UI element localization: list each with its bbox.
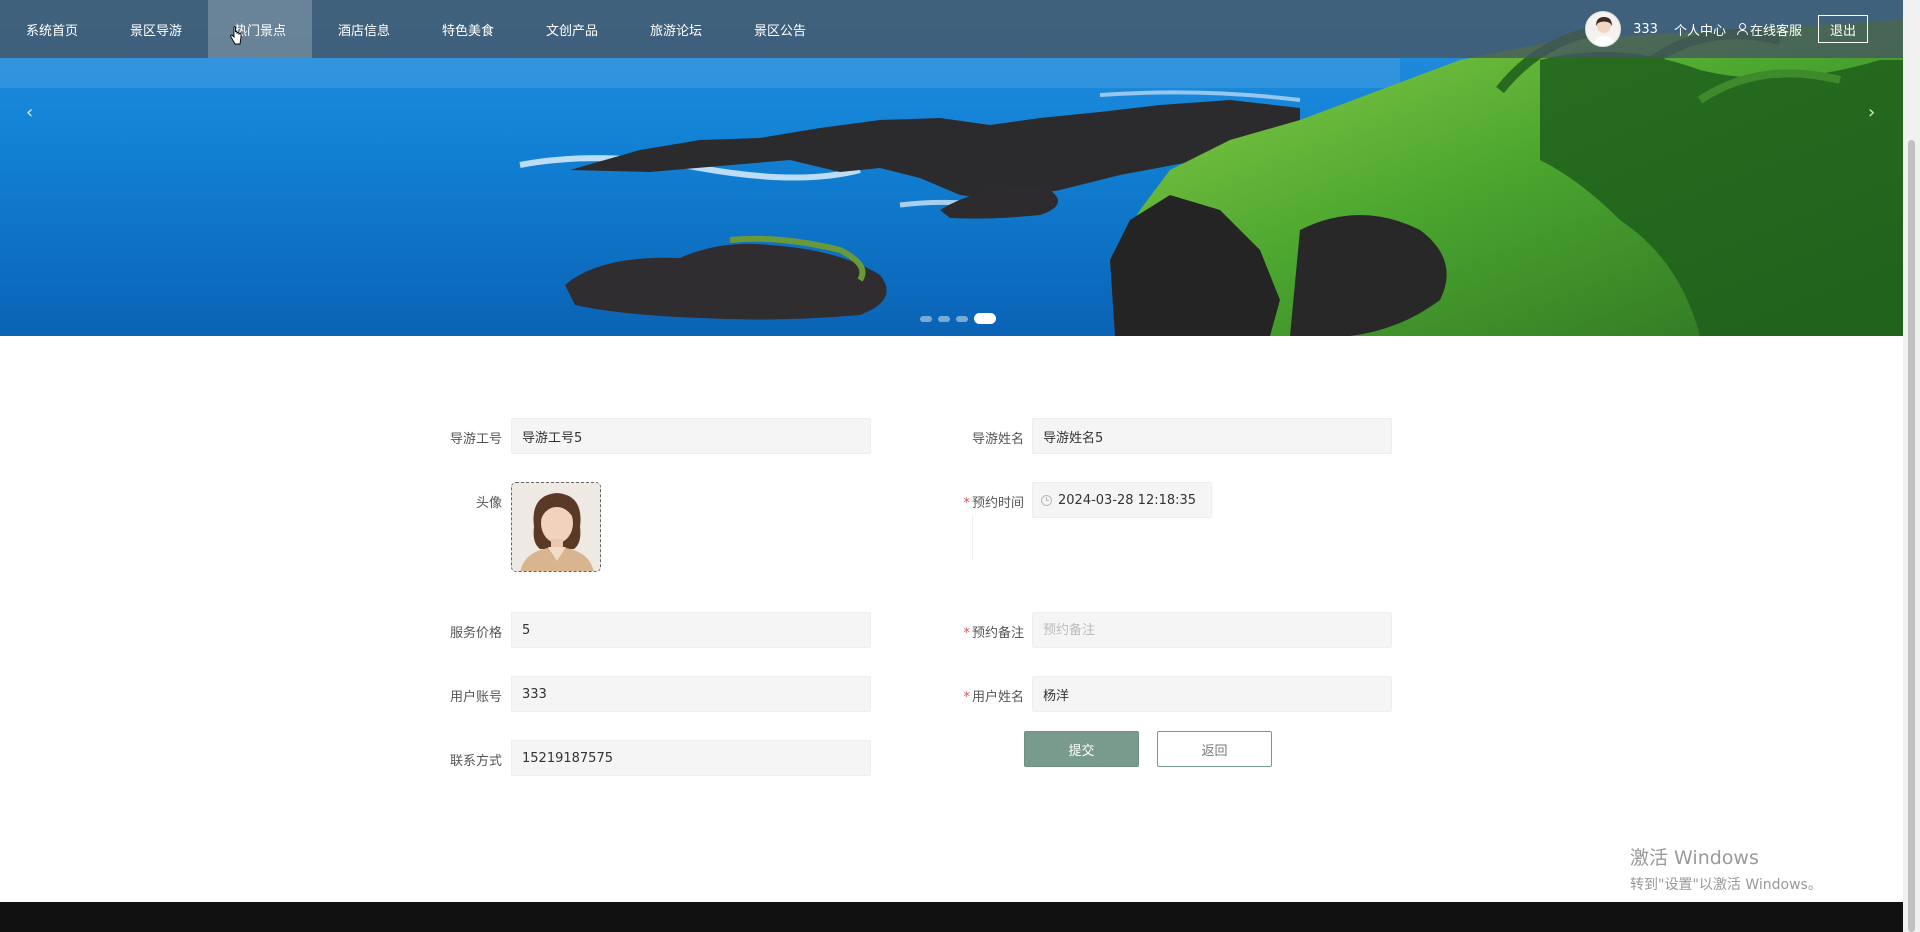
footer-bar bbox=[0, 902, 1903, 932]
logout-button[interactable]: 退出 bbox=[1817, 15, 1868, 43]
user-name-label: * 用户姓名 bbox=[934, 686, 1024, 705]
guide-name-label: 导游姓名 bbox=[971, 432, 1024, 447]
user-name-field[interactable]: 杨洋 bbox=[1032, 676, 1392, 712]
nav-item-products[interactable]: 文创产品 bbox=[520, 0, 624, 58]
user-name-label-text: 用户姓名 bbox=[971, 690, 1024, 705]
submit-button[interactable]: 提交 bbox=[1024, 731, 1139, 767]
windows-activation-watermark: 激活 Windows 转到"设置"以激活 Windows。 bbox=[1630, 843, 1822, 894]
carousel-dot[interactable] bbox=[956, 315, 968, 322]
booking-time-value: 2024-03-28 12:18:35 bbox=[1058, 492, 1197, 508]
online-service-link[interactable]: 在线客服 bbox=[1736, 20, 1802, 39]
required-mark: * bbox=[963, 496, 970, 511]
user-account-field[interactable]: 333 bbox=[511, 676, 871, 712]
scrollbar-thumb[interactable] bbox=[1908, 140, 1915, 932]
top-navbar: 系统首页 景区导游 热门景点 酒店信息 特色美食 文创产品 旅游论坛 景区公告 … bbox=[0, 0, 1903, 58]
remark-label: * 预约备注 bbox=[934, 622, 1024, 641]
booking-time-picker[interactable]: 2024-03-28 12:18:35 bbox=[1032, 482, 1212, 518]
booking-time-label-text: 预约时间 bbox=[971, 496, 1024, 511]
carousel-prev-icon[interactable]: ‹ bbox=[26, 102, 33, 123]
carousel-indicators bbox=[920, 313, 996, 324]
hand-cursor-icon bbox=[230, 26, 242, 45]
nav-menu: 系统首页 景区导游 热门景点 酒店信息 特色美食 文创产品 旅游论坛 景区公告 bbox=[0, 0, 832, 58]
carousel-dot[interactable] bbox=[938, 315, 950, 322]
carousel-dot[interactable] bbox=[974, 313, 996, 324]
page-scrollbar[interactable] bbox=[1903, 0, 1920, 932]
guide-photo bbox=[512, 483, 600, 571]
page: ‹ › 系统首页 景区导游 热门景点 酒店信息 特色美食 文创产品 旅游论坛 景… bbox=[0, 0, 1920, 932]
price-label: 服务价格 bbox=[449, 626, 502, 641]
clock-icon bbox=[1041, 494, 1052, 506]
remark-input[interactable] bbox=[1032, 612, 1392, 648]
carousel-dot[interactable] bbox=[920, 315, 932, 322]
required-mark: * bbox=[963, 690, 970, 705]
guide-name-field[interactable]: 导游姓名5 bbox=[1032, 418, 1392, 454]
customer-service-icon bbox=[1736, 23, 1748, 35]
nav-item-food[interactable]: 特色美食 bbox=[416, 0, 520, 58]
price-field[interactable]: 5 bbox=[511, 612, 871, 648]
avatar-label: 头像 bbox=[475, 496, 502, 511]
carousel-next-icon[interactable]: › bbox=[1868, 102, 1875, 123]
remark-label-text: 预约备注 bbox=[971, 626, 1024, 641]
nav-item-attractions[interactable]: 热门景点 bbox=[208, 0, 312, 58]
required-mark: * bbox=[963, 626, 970, 641]
nav-item-guides[interactable]: 景区导游 bbox=[104, 0, 208, 58]
nav-item-hotels[interactable]: 酒店信息 bbox=[312, 0, 416, 58]
avatar-icon bbox=[1586, 12, 1621, 46]
contact-field[interactable]: 15219187575 bbox=[511, 740, 871, 776]
contact-label: 联系方式 bbox=[449, 754, 502, 769]
nav-item-notices[interactable]: 景区公告 bbox=[728, 0, 832, 58]
user-area: 333 个人中心 在线客服 退出 bbox=[1585, 0, 1903, 58]
online-service-label: 在线客服 bbox=[1749, 23, 1802, 39]
watermark-subtitle: 转到"设置"以激活 Windows。 bbox=[1630, 877, 1822, 893]
avatar-upload[interactable] bbox=[511, 482, 601, 572]
watermark-title: 激活 Windows bbox=[1630, 847, 1759, 869]
divider bbox=[972, 515, 973, 560]
user-account-label: 用户账号 bbox=[449, 690, 502, 705]
guide-id-field[interactable]: 导游工号5 bbox=[511, 418, 871, 454]
nav-item-home[interactable]: 系统首页 bbox=[0, 0, 104, 58]
nav-username: 333 bbox=[1633, 21, 1658, 37]
back-button[interactable]: 返回 bbox=[1157, 731, 1272, 767]
personal-center-link[interactable]: 个人中心 bbox=[1674, 20, 1726, 39]
nav-item-forum[interactable]: 旅游论坛 bbox=[624, 0, 728, 58]
guide-id-label: 导游工号 bbox=[449, 432, 502, 447]
user-avatar[interactable] bbox=[1585, 11, 1622, 47]
booking-time-label: * 预约时间 bbox=[934, 492, 1024, 511]
